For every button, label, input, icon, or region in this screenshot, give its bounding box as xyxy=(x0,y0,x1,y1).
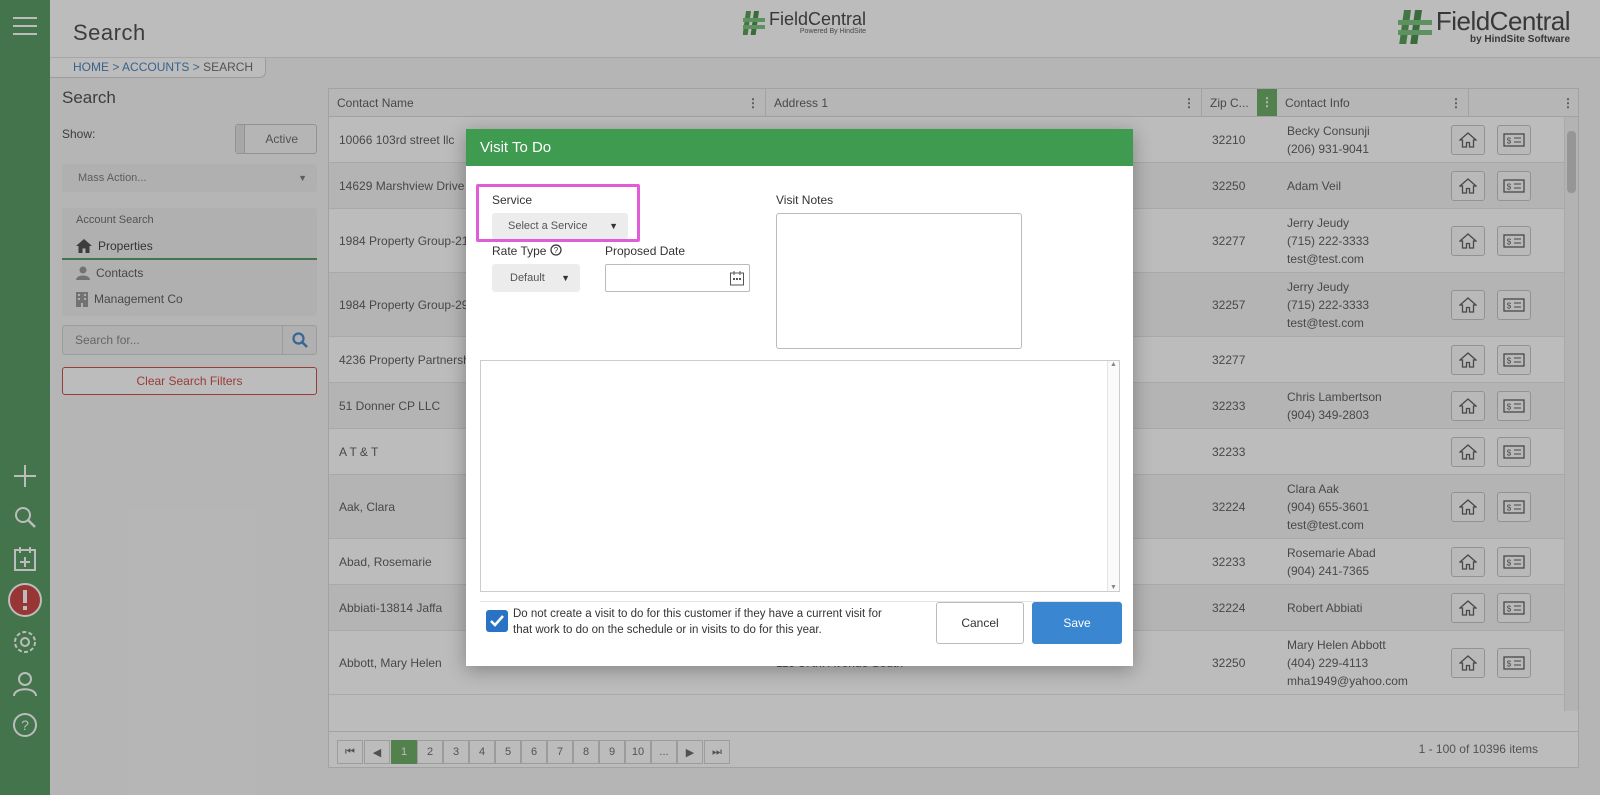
proposed-date-label: Proposed Date xyxy=(605,244,686,258)
no-duplicate-checkbox[interactable] xyxy=(486,610,508,632)
cancel-button[interactable]: Cancel xyxy=(936,602,1024,644)
visit-to-do-dialog: Visit To Do Service Select a Service ▼ R… xyxy=(466,129,1133,666)
checkmark-icon xyxy=(490,615,504,627)
highlight-box xyxy=(476,184,640,242)
scroll-up-icon[interactable]: ▲ xyxy=(1108,361,1119,368)
svg-text:?: ? xyxy=(554,246,559,255)
proposed-date-input[interactable] xyxy=(605,264,750,292)
editor-scrollbar[interactable]: ▲ ▼ xyxy=(1107,361,1119,591)
work-to-do-editor[interactable]: ▲ ▼ xyxy=(480,360,1120,592)
visit-notes-label: Visit Notes xyxy=(776,193,834,207)
caret-down-icon: ▼ xyxy=(561,273,570,283)
rate-type-label-group: Rate Type ? xyxy=(492,244,562,258)
visit-notes-textarea[interactable] xyxy=(776,213,1022,349)
rate-type-label: Rate Type xyxy=(492,244,547,258)
save-button[interactable]: Save xyxy=(1032,602,1122,644)
dialog-footer: Do not create a visit to do for this cus… xyxy=(480,601,1122,651)
help-circle-icon[interactable]: ? xyxy=(550,244,562,256)
no-duplicate-label: Do not create a visit to do for this cus… xyxy=(513,608,882,636)
dialog-title: Visit To Do xyxy=(466,129,1133,166)
rate-type-select[interactable]: Default ▼ xyxy=(492,264,580,292)
rate-type-select-value: Default xyxy=(510,272,545,284)
calendar-icon[interactable] xyxy=(729,270,745,286)
scroll-down-icon[interactable]: ▼ xyxy=(1108,584,1119,591)
